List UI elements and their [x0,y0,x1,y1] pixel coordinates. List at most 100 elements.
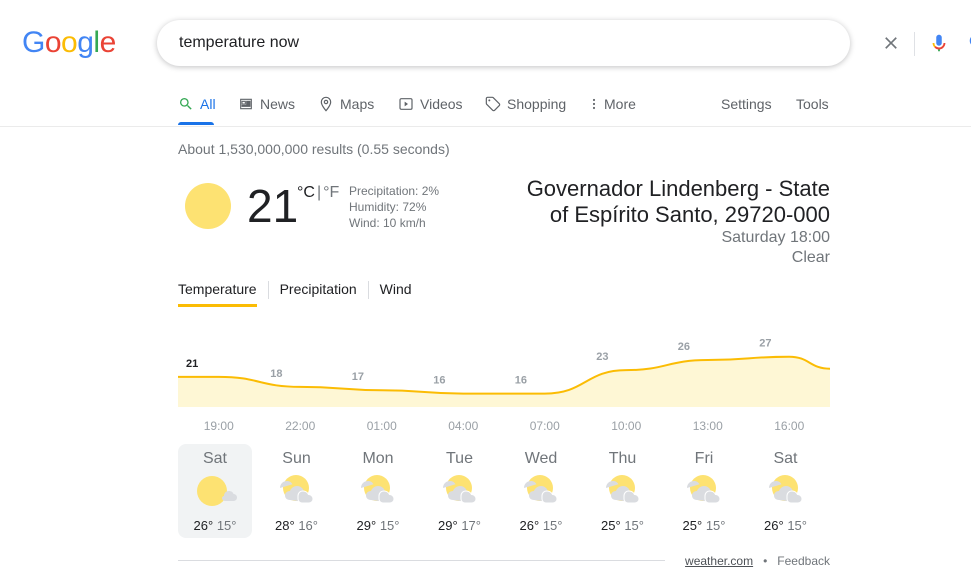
tab-label: Shopping [507,96,567,112]
tab-videos[interactable]: Videos [398,96,463,112]
forecast-day[interactable]: Thu 25° 15° [586,444,660,538]
weather-source-link[interactable]: weather.com [685,554,753,568]
data-label: 23 [596,351,608,363]
hour-label: 10:00 [611,419,641,433]
map-pin-icon [320,96,332,112]
data-label: 21 [186,358,198,370]
tab-label: All [200,96,216,112]
celsius-toggle[interactable]: °C [297,184,315,202]
tab-all[interactable]: All [178,96,216,112]
hour-label: 01:00 [367,419,397,433]
hour-label: 07:00 [530,419,560,433]
partly-cloudy-icon [442,475,477,504]
tab-temperature[interactable]: Temperature [178,281,268,299]
forecast-day[interactable]: Tue 29° 17° [423,444,497,538]
low-temp: 15° [705,518,726,533]
microphone-icon[interactable] [928,31,950,55]
search-box[interactable]: temperature now [157,20,971,66]
tab-label: Maps [340,96,375,112]
humidity-text: Humidity: 72% [349,200,427,214]
search-divider [914,32,915,56]
day-name: Thu [608,450,637,467]
data-label: 16 [515,375,527,387]
tab-wind[interactable]: Wind [367,281,423,299]
high-temp: 26° [193,518,214,533]
forecast-day[interactable]: Sun 28° 16° [260,444,334,538]
footer-divider [178,560,665,561]
fahrenheit-toggle[interactable]: °F [323,184,339,202]
tab-news[interactable]: News [238,96,295,112]
day-name: Wed [524,450,558,467]
high-temp: 26° [764,518,784,533]
forecast-day[interactable]: Sat 26° 15° [749,444,823,538]
sun-cloud-icon [197,476,237,506]
clear-icon[interactable] [881,33,901,53]
partly-cloudy-icon [361,475,395,504]
google-logo[interactable]: Google [22,26,116,60]
tab-maps[interactable]: Maps [318,96,374,112]
tab-shopping[interactable]: Shopping [485,96,566,112]
temperature-chart: 21 19:00 18 22:00 17 01:00 16 04:00 16 07:00 23 10:… [178,338,830,433]
hour-label: 13:00 [693,419,723,433]
unit-separator: | [316,184,322,201]
day-name: Sat [773,450,798,467]
feedback-link[interactable]: Feedback [777,554,830,568]
chart-area [178,356,830,407]
day-temps: 25° 15° [667,518,741,533]
forecast-day[interactable]: Fri 25° 15° [667,444,741,538]
footer-dot: • [763,554,768,568]
result-stats: About 1,530,000,000 results (0.55 second… [178,141,450,157]
low-temp: 15° [624,518,644,533]
logo-letter: o [61,26,78,59]
active-tab-indicator [178,122,214,125]
settings-link[interactable]: Settings [721,96,772,112]
forecast-day[interactable]: Wed 26° 15° [504,444,578,538]
low-temp: 15° [216,518,237,533]
search-icon[interactable] [967,32,971,54]
tab-label: More [604,96,636,112]
high-temp: 26° [519,518,540,533]
data-label: 27 [759,338,771,350]
day-temps: 26° 15° [749,518,823,533]
partly-cloudy-icon [768,475,803,504]
partly-cloudy-icon [687,475,721,504]
partly-cloudy-icon [605,475,640,504]
low-temp: 15° [787,518,807,533]
weather-day-time: Saturday 18:00 [721,229,830,246]
tools-link[interactable]: Tools [796,96,829,112]
logo-letter: G [22,26,45,59]
high-temp: 25° [682,518,703,533]
location-line-1: Governador Lindenberg - State [526,176,830,201]
wind-text: Wind: 10 km/h [349,216,426,230]
low-temp: 15° [542,518,563,533]
weather-footer: weather.com • Feedback [685,554,830,568]
high-temp: 25° [601,518,621,533]
hour-label: 19:00 [204,419,234,433]
day-temps: 26° 15° [178,518,252,533]
high-temp: 29° [356,518,377,533]
weather-condition: Clear [791,249,830,266]
hour-label: 16:00 [774,419,804,433]
daily-forecast: Sat 26° 15° Sun 28° 16° Mon 29° 15° Tue 29° 17°… [178,444,830,538]
hour-label: 22:00 [285,419,315,433]
partly-cloudy-icon [524,475,558,504]
weather-tab-indicator [178,304,257,307]
current-temperature: 21 [247,180,299,232]
partly-cloudy-icon [279,475,314,504]
search-icon [180,98,192,110]
forecast-day[interactable]: Mon 29° 15° [341,444,415,538]
day-name: Tue [446,450,473,467]
logo-letter: g [77,26,94,59]
sun-icon [185,183,231,229]
play-icon [399,98,413,110]
search-input[interactable]: temperature now [179,34,299,52]
search-tabs: All News Maps Videos Shopping More Setti… [0,86,971,127]
tab-precipitation[interactable]: Precipitation [267,281,368,299]
tab-label: News [260,96,296,112]
day-temps: 25° 15° [586,518,660,533]
tab-more[interactable]: More [590,96,636,112]
forecast-day[interactable]: Sat 26° 15° [178,444,252,538]
low-temp: 16° [298,518,318,533]
news-icon [240,98,252,110]
weather-details: Precipitation: 2% Humidity: 72% Wind: 10… [349,183,439,231]
